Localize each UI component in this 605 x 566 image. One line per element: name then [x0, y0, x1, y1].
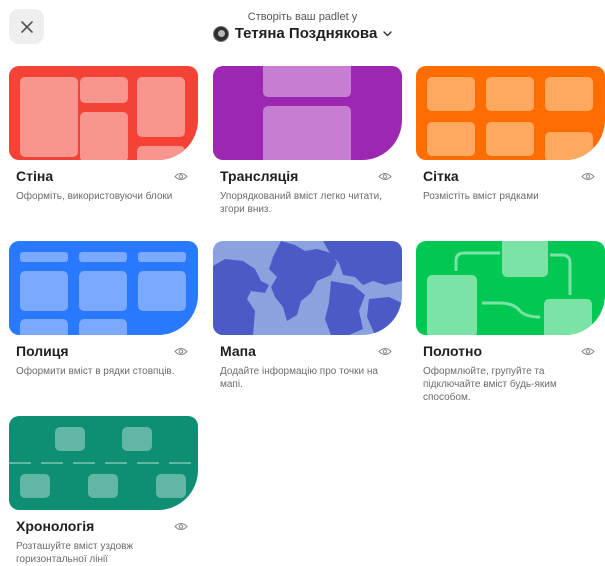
- card-title: Сітка: [423, 168, 459, 184]
- eye-icon[interactable]: [174, 347, 188, 356]
- card-description: Оформіть, використовуючи блоки: [16, 191, 173, 202]
- card-description: Оформити вміст в рядки стовпців.: [16, 366, 175, 377]
- card-description: Оформлюйте, групуйте та підключайте вміс…: [423, 366, 557, 403]
- header-subtitle: Створіть ваш padlet у: [247, 11, 358, 23]
- header: Створіть ваш padlet у Тетяна Позднякова: [0, 11, 605, 42]
- format-card-stream[interactable]: Трансляція Упорядкований вміст легко чит…: [213, 66, 402, 216]
- wall-thumbnail: [9, 66, 198, 160]
- format-card-canvas[interactable]: Полотно Оформлюйте, групуйте та підключа…: [416, 241, 605, 404]
- card-title: Трансляція: [220, 168, 299, 184]
- format-card-shelf[interactable]: Полиця Оформити вміст в рядки стовпців.: [9, 241, 198, 378]
- card-title: Хронологія: [16, 518, 95, 534]
- timeline-thumbnail: [9, 416, 198, 510]
- eye-icon[interactable]: [581, 172, 595, 181]
- card-title: Мапа: [220, 343, 256, 359]
- card-description: Упорядкований вміст легко читати, згори …: [220, 191, 382, 215]
- format-card-grid[interactable]: Сітка Розмістіть вміст рядками: [416, 66, 605, 203]
- eye-icon[interactable]: [378, 347, 392, 356]
- card-description: Розмістіть вміст рядками: [423, 191, 539, 202]
- avatar: [212, 25, 229, 42]
- eye-icon[interactable]: [174, 522, 188, 531]
- format-card-map[interactable]: Мапа Додайте інформацію про точки на мап…: [213, 241, 402, 391]
- format-card-wall[interactable]: Стіна Оформіть, використовуючи блоки: [9, 66, 198, 203]
- shelf-thumbnail: [9, 241, 198, 335]
- chevron-down-icon: [383, 30, 392, 36]
- card-title: Полотно: [423, 343, 483, 359]
- grid-thumbnail: [416, 66, 605, 160]
- eye-icon[interactable]: [174, 172, 188, 181]
- eye-icon[interactable]: [378, 172, 392, 181]
- stream-thumbnail: [213, 66, 402, 160]
- eye-icon[interactable]: [581, 347, 595, 356]
- account-selector[interactable]: Тетяна Позднякова: [0, 25, 605, 42]
- canvas-thumbnail: [416, 241, 605, 335]
- card-description: Розташуйте вміст уздовж горизонтальної л…: [16, 541, 134, 565]
- format-card-timeline[interactable]: Хронологія Розташуйте вміст уздовж гориз…: [9, 416, 198, 566]
- card-title: Стіна: [16, 168, 54, 184]
- card-description: Додайте інформацію про точки на мапі.: [220, 366, 378, 390]
- map-thumbnail: [213, 241, 402, 335]
- card-title: Полиця: [16, 343, 69, 359]
- user-name: Тетяна Позднякова: [234, 25, 378, 42]
